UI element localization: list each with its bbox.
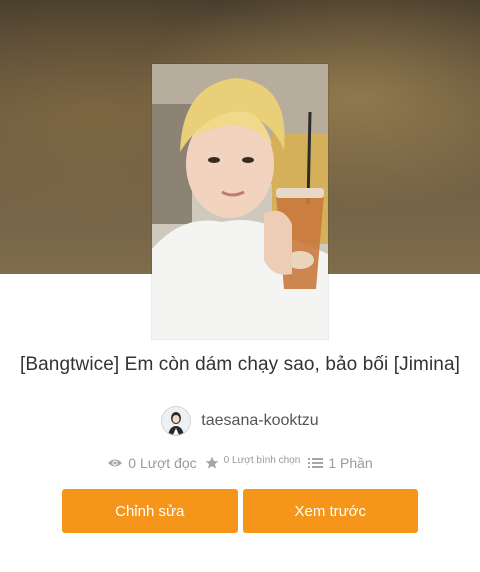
star-icon (205, 456, 219, 470)
author-name[interactable]: taesana-kooktzu (201, 412, 318, 430)
story-stats: 0 Lượt đọc 0 Lượt bình chọn 1 Phần (0, 455, 480, 471)
reads-count: 0 Lượt đọc (128, 455, 197, 471)
preview-button[interactable]: Xem trước (242, 489, 418, 533)
story-actions: Chỉnh sửa Xem trước (62, 489, 418, 533)
parts-count: 1 Phần (328, 455, 373, 471)
votes-count: 0 Lượt bình chọn (223, 454, 301, 466)
votes-stat: 0 Lượt bình chọn (205, 454, 301, 470)
parts-stat: 1 Phần (308, 455, 373, 471)
author-avatar-icon[interactable] (161, 406, 192, 436)
story-title: [Bangtwice] Em còn dám chạy sao, bảo bối… (19, 354, 460, 375)
story-details-screen: [Bangtwice] Em còn dám chạy sao, bảo bối… (0, 0, 480, 572)
eye-icon (107, 457, 123, 469)
reads-stat: 0 Lượt đọc (107, 455, 197, 471)
story-cover-image[interactable] (152, 64, 328, 339)
author-row[interactable]: taesana-kooktzu (0, 406, 480, 436)
edit-button[interactable]: Chỉnh sửa (62, 489, 238, 533)
list-icon (308, 457, 324, 469)
